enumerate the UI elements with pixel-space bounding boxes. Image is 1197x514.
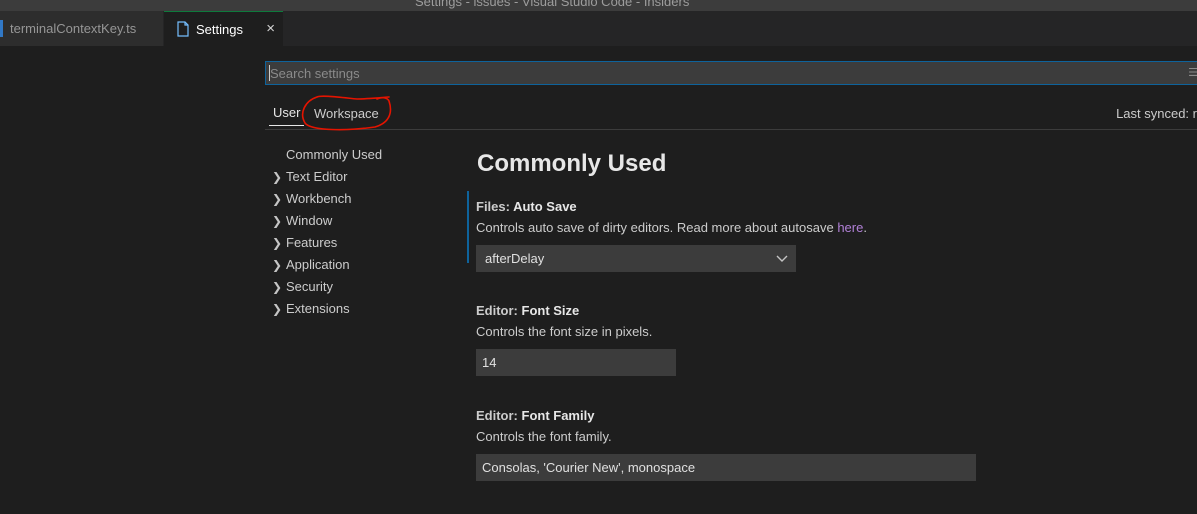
toc-item-label: Application xyxy=(286,257,350,272)
filter-icon[interactable]: ☰ xyxy=(1188,66,1197,79)
chevron-right-icon: ❯ xyxy=(272,302,283,316)
chevron-right-icon: ❯ xyxy=(272,192,283,206)
setting-font-family: Editor: Font Family Controls the font fa… xyxy=(476,408,612,444)
toc-item-label: Window xyxy=(286,213,333,228)
toc-item-label: Extensions xyxy=(286,301,350,316)
tab-terminal-context-key[interactable]: terminalContextKey.ts xyxy=(0,11,164,46)
setting-title: Editor: Font Size xyxy=(476,303,652,318)
text-cursor xyxy=(269,65,270,81)
autosave-link[interactable]: here xyxy=(837,220,863,235)
red-circle-annotation xyxy=(301,95,392,131)
setting-name: Font Family xyxy=(521,408,595,423)
last-synced-label: Last synced: r xyxy=(1116,106,1197,121)
toc-item-label: Workbench xyxy=(286,191,352,206)
setting-category: Editor: xyxy=(476,303,522,318)
setting-title: Editor: Font Family xyxy=(476,408,612,423)
chevron-down-icon xyxy=(776,255,788,262)
toc-item-label: Commonly Used xyxy=(286,147,383,162)
settings-toc: Commonly Used ❯ Text Editor ❯ Workbench … xyxy=(265,144,465,320)
typescript-file-icon xyxy=(0,20,3,37)
description-end: . xyxy=(863,220,867,235)
editor-tab-bar: terminalContextKey.ts Settings × xyxy=(0,11,1197,46)
setting-description: Controls the font family. xyxy=(476,429,612,444)
setting-description: Controls the font size in pixels. xyxy=(476,324,653,339)
settings-scope-tabs: User Workspace Last synced: r xyxy=(265,95,1197,130)
chevron-right-icon: ❯ xyxy=(272,214,283,228)
toc-item-features[interactable]: ❯ Features xyxy=(265,232,465,254)
setting-name: Font Size xyxy=(521,303,580,318)
auto-save-select[interactable]: afterDelay xyxy=(476,245,796,272)
setting-description: Controls auto save of dirty editors. Rea… xyxy=(476,220,867,235)
select-value: afterDelay xyxy=(485,251,545,266)
setting-title: Files: Auto Save xyxy=(476,199,867,214)
toc-item-window[interactable]: ❯ Window xyxy=(265,210,465,232)
setting-font-size: Editor: Font Size Controls the font size… xyxy=(476,303,652,339)
toc-item-text-editor[interactable]: ❯ Text Editor xyxy=(265,166,465,188)
toc-item-application[interactable]: ❯ Application xyxy=(265,254,465,276)
setting-category: Files: xyxy=(476,199,514,214)
setting-name: Auto Save xyxy=(513,199,577,214)
search-input[interactable] xyxy=(266,62,1197,84)
chevron-right-icon: ❯ xyxy=(272,170,283,184)
toc-item-label: Security xyxy=(286,279,333,294)
focus-indicator xyxy=(467,191,469,263)
chevron-right-icon: ❯ xyxy=(272,280,283,294)
toc-item-workbench[interactable]: ❯ Workbench xyxy=(265,188,465,210)
search-settings-box[interactable]: ☰ xyxy=(265,61,1197,85)
font-family-input[interactable]: Consolas, 'Courier New', monospace xyxy=(476,454,976,481)
tab-label: Settings xyxy=(196,21,243,37)
section-title: Commonly Used xyxy=(477,150,667,177)
font-size-input[interactable]: 14 xyxy=(476,349,676,376)
file-icon xyxy=(177,21,189,37)
tab-label: terminalContextKey.ts xyxy=(10,21,137,36)
chevron-right-icon: ❯ xyxy=(272,236,283,250)
title-bar: Settings - issues - Visual Studio Code -… xyxy=(0,0,1197,11)
tab-settings[interactable]: Settings × xyxy=(164,11,283,46)
toc-item-label: Features xyxy=(286,235,338,250)
toc-item-commonly-used[interactable]: Commonly Used xyxy=(265,144,465,166)
close-icon[interactable]: × xyxy=(266,20,275,37)
setting-auto-save: Files: Auto Save Controls auto save of d… xyxy=(467,191,867,263)
chevron-right-icon: ❯ xyxy=(272,258,283,272)
toc-item-label: Text Editor xyxy=(286,169,348,184)
toc-item-security[interactable]: ❯ Security xyxy=(265,276,465,298)
toc-item-extensions[interactable]: ❯ Extensions xyxy=(265,298,465,320)
window-title: Settings - issues - Visual Studio Code -… xyxy=(415,0,690,9)
setting-category: Editor: xyxy=(476,408,522,423)
description-text: Controls auto save of dirty editors. Rea… xyxy=(476,220,838,235)
